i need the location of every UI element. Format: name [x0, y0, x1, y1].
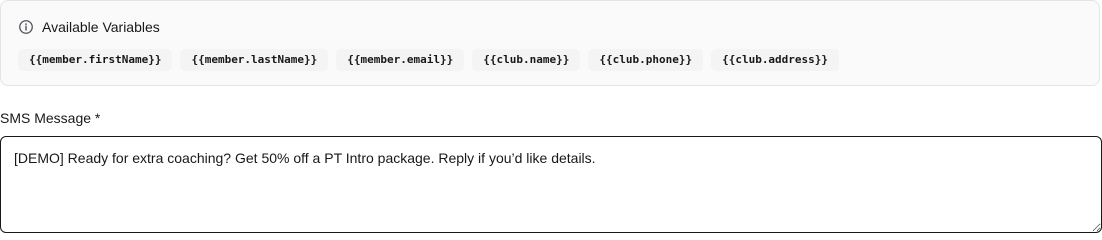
variable-chip-club-phone[interactable]: {{club.phone}}	[588, 49, 704, 71]
variable-list: {{member.firstName}} {{member.lastName}}…	[18, 49, 840, 71]
variable-chip-member-email[interactable]: {{member.email}}	[336, 49, 465, 71]
variable-chip-member-lastname[interactable]: {{member.lastName}}	[180, 49, 329, 71]
available-variables-header: Available Variables	[18, 17, 160, 37]
variable-chip-club-name[interactable]: {{club.name}}	[472, 49, 581, 71]
variable-chip-member-firstname[interactable]: {{member.firstName}}	[18, 49, 173, 71]
available-variables-title: Available Variables	[42, 19, 160, 35]
sms-message-textarea[interactable]: [DEMO] Ready for extra coaching? Get 50%…	[0, 136, 1102, 233]
info-icon	[18, 19, 34, 35]
available-variables-panel: Available Variables {{member.firstName}}…	[0, 0, 1100, 86]
sms-message-label: SMS Message *	[0, 110, 101, 126]
variable-chip-club-address[interactable]: {{club.address}}	[711, 49, 840, 71]
